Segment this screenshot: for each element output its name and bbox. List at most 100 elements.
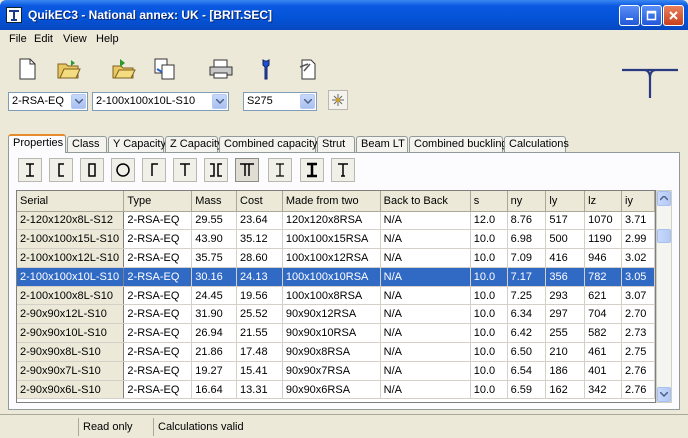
table-cell[interactable]: 23.64 [236, 211, 283, 231]
title-bar[interactable]: QuikEC3 - National annex: UK - [BRIT.SEC… [0, 0, 688, 30]
table-cell[interactable]: 35.12 [236, 229, 283, 250]
table-cell[interactable]: 10.0 [470, 361, 508, 381]
table-cell[interactable]: 1190 [584, 229, 623, 250]
type-select[interactable]: 2-RSA-EQ [8, 92, 88, 111]
table-cell[interactable]: 210 [545, 342, 586, 362]
table-cell[interactable]: N/A [380, 211, 471, 231]
table-cell[interactable]: 2.73 [621, 323, 655, 344]
table-cell[interactable]: 90x90x8RSA [282, 342, 381, 362]
shape-angle-button[interactable] [142, 158, 166, 182]
table-cell[interactable]: 1070 [584, 211, 623, 231]
table-cell[interactable]: 2-RSA-EQ [123, 248, 193, 268]
table-cell[interactable]: 342 [584, 380, 623, 400]
scroll-down-button[interactable] [657, 387, 671, 402]
table-cell[interactable]: 3.02 [621, 248, 655, 268]
tab-class[interactable]: Class [67, 136, 107, 152]
table-cell[interactable]: 6.59 [507, 380, 547, 400]
table-cell[interactable]: 2-RSA-EQ [123, 361, 193, 381]
tab-z-capacity[interactable]: Z Capacity [165, 136, 223, 152]
table-cell[interactable]: 16.64 [191, 380, 238, 400]
table-cell[interactable]: 26.94 [191, 323, 238, 344]
table-cell[interactable]: 6.42 [507, 323, 547, 344]
table-cell[interactable]: 621 [584, 286, 623, 306]
table-cell[interactable]: 2.99 [621, 229, 655, 250]
table-cell[interactable]: 15.41 [236, 361, 283, 381]
table-cell[interactable]: 2-100x100x10L-S10 [17, 267, 125, 287]
table-cell[interactable]: 255 [545, 323, 586, 344]
col-header-type[interactable]: Type [123, 191, 193, 212]
col-header-iz[interactable]: lz [584, 191, 623, 212]
copy-document-button[interactable] [152, 56, 178, 82]
menu-file[interactable]: File [9, 33, 27, 45]
chevron-down-icon[interactable] [300, 94, 315, 109]
tab-combined-buckling[interactable]: Combined buckling [409, 136, 508, 152]
table-row[interactable]: 2-90x90x8L-S10 2-RSA-EQ 21.86 17.48 90x90x8R… [17, 342, 655, 362]
table-cell[interactable]: 10.0 [470, 323, 508, 344]
table-cell[interactable]: N/A [380, 342, 471, 362]
table-cell[interactable]: 21.86 [191, 342, 238, 362]
table-cell[interactable]: 416 [545, 248, 586, 268]
scroll-thumb[interactable] [657, 229, 671, 243]
table-cell[interactable]: 782 [584, 267, 623, 287]
table-cell[interactable]: N/A [380, 323, 471, 344]
tab-strut[interactable]: Strut [317, 136, 355, 152]
table-cell[interactable]: 293 [545, 286, 586, 306]
table-cell[interactable]: 2-RSA-EQ [123, 380, 193, 400]
table-cell[interactable]: 582 [584, 323, 623, 344]
table-cell[interactable]: 2-90x90x10L-S10 [17, 323, 125, 344]
table-cell[interactable]: 7.09 [507, 248, 547, 268]
table-cell[interactable]: 10.0 [470, 304, 508, 325]
shape-channel-button[interactable] [49, 158, 73, 182]
scroll-up-button[interactable] [657, 191, 671, 206]
table-cell[interactable]: 162 [545, 380, 586, 400]
table-cell[interactable]: 356 [545, 267, 586, 287]
table-cell[interactable]: 100x100x10RSA [282, 267, 381, 287]
table-row[interactable]: 2-90x90x10L-S10 2-RSA-EQ 26.94 21.55 90x90x1… [17, 323, 655, 344]
table-cell[interactable]: 401 [584, 361, 623, 381]
menu-view[interactable]: View [63, 33, 87, 45]
table-cell[interactable]: 8.76 [507, 211, 547, 231]
tab-beam-lt[interactable]: Beam LT [356, 136, 408, 152]
shape-double-angle-button[interactable] [235, 158, 259, 182]
table-cell[interactable]: 90x90x10RSA [282, 323, 381, 344]
table-cell[interactable]: 461 [584, 342, 623, 362]
table-cell[interactable]: 24.13 [236, 267, 283, 287]
table-cell[interactable]: 2-90x90x6L-S10 [17, 380, 125, 400]
shape-rhs-button[interactable] [80, 158, 104, 182]
shape-double-channel-button[interactable] [204, 158, 228, 182]
new-page-pin-button[interactable] [295, 56, 321, 82]
table-cell[interactable]: 6.98 [507, 229, 547, 250]
tab-y-capacity[interactable]: Y Capacity [108, 136, 166, 152]
section-properties-grid[interactable]: Serial Type Mass Cost Made from two Back… [16, 190, 656, 403]
table-cell[interactable]: 2.76 [621, 380, 655, 400]
table-cell[interactable]: 2-120x120x8L-S12 [17, 211, 125, 231]
table-cell[interactable]: 3.71 [621, 211, 655, 231]
table-cell[interactable]: 10.0 [470, 248, 508, 268]
col-header-iy-radius[interactable]: iy [621, 191, 655, 212]
col-header-cost[interactable]: Cost [236, 191, 283, 212]
shape-chs-button[interactable] [111, 158, 135, 182]
table-cell[interactable]: 6.50 [507, 342, 547, 362]
table-row[interactable]: 2-100x100x8L-S10 2-RSA-EQ 24.45 19.56 100x10… [17, 286, 655, 306]
table-cell[interactable]: 30.16 [191, 267, 238, 287]
table-cell[interactable]: 24.45 [191, 286, 238, 306]
table-cell[interactable]: 3.05 [621, 267, 655, 287]
table-cell[interactable]: N/A [380, 267, 471, 287]
open-folder-button[interactable] [56, 56, 82, 82]
table-cell[interactable]: 120x120x8RSA [282, 211, 381, 231]
table-row[interactable]: 2-120x120x8L-S12 2-RSA-EQ 29.55 23.64 120x12… [17, 211, 655, 231]
table-cell[interactable]: 2-RSA-EQ [123, 229, 193, 250]
table-cell[interactable]: N/A [380, 361, 471, 381]
section-select[interactable]: 2-100x100x10L-S10 [92, 92, 229, 111]
table-cell[interactable]: N/A [380, 304, 471, 325]
table-cell[interactable]: 2.75 [621, 342, 655, 362]
maximize-button[interactable] [641, 5, 662, 26]
table-cell[interactable]: N/A [380, 286, 471, 306]
close-button[interactable] [663, 5, 684, 26]
table-row[interactable]: 2-90x90x7L-S10 2-RSA-EQ 19.27 15.41 90x90x7R… [17, 361, 655, 381]
menu-help[interactable]: Help [96, 33, 119, 45]
table-cell[interactable]: 6.34 [507, 304, 547, 325]
table-cell[interactable]: 100x100x8RSA [282, 286, 381, 306]
table-cell[interactable]: 704 [584, 304, 623, 325]
table-row[interactable]: 2-100x100x12L-S10 2-RSA-EQ 35.75 28.60 100x1… [17, 248, 655, 268]
